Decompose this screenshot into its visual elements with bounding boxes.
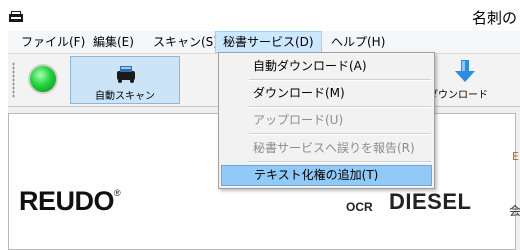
connection-status-icon [28, 64, 58, 94]
window-title: 名刺の [472, 9, 518, 27]
toolbar-grip[interactable] [12, 62, 15, 98]
menu-item-download[interactable]: ダウンロード(M) [221, 83, 432, 104]
menu-edit[interactable]: 編集(E) [86, 31, 141, 53]
auto-scan-label: 自動スキャン [95, 91, 155, 102]
scanner-icon [117, 66, 135, 83]
menu-item-add-text-rights[interactable]: テキスト化権の追加(T) [221, 165, 432, 186]
menu-bar: ファイル(F) 編集(E) スキャン(S) 秘書サービス(D) ヘルプ(H) [8, 31, 520, 54]
ocr-label: OCR [346, 200, 373, 214]
menu-item-auto-download[interactable]: 自動ダウンロード(A) [221, 56, 432, 77]
menu-separator [249, 161, 431, 163]
download-button[interactable]: ダウンロード [428, 56, 518, 104]
diesel-logo: DIESEL [389, 189, 472, 214]
menu-scan[interactable]: スキャン(S) [146, 31, 225, 53]
menu-item-report-error: 秘書サービスへ誤りを報告(R) [253, 141, 415, 155]
title-bar: 名刺の [0, 0, 520, 31]
menu-separator [249, 133, 431, 135]
menu-help[interactable]: ヘルプ(H) [324, 31, 392, 53]
menu-secretary-service[interactable]: 秘書サービス(D) [215, 31, 322, 53]
menu-separator [249, 106, 431, 108]
side-text: 会 [509, 204, 520, 218]
download-arrow-icon [455, 60, 475, 82]
side-text-top: E [512, 150, 519, 163]
menu-file[interactable]: ファイル(F) [14, 31, 92, 53]
app-icon [9, 11, 23, 22]
download-label: ダウンロード [428, 90, 488, 101]
menu-separator [249, 79, 431, 81]
secretary-service-menu: 自動ダウンロード(A) ダウンロード(M) アップロード(U) 秘書サービスへ誤… [218, 52, 435, 189]
menu-item-upload: アップロード(U) [253, 113, 344, 127]
auto-scan-button[interactable]: 自動スキャン [70, 56, 180, 104]
reudo-logo: REUDO® [19, 186, 121, 216]
